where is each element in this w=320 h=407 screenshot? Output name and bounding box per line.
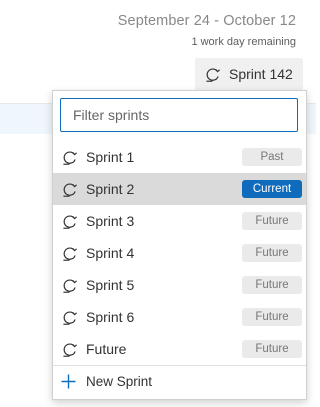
sprint-option-label: Sprint 4 [86,245,135,261]
iteration-icon [61,213,78,230]
sprint-picker-button[interactable]: Sprint 142 [195,58,303,90]
work-days-remaining: 1 work day remaining [191,36,296,48]
sprint-status-badge: Current [242,180,302,198]
new-sprint-button[interactable]: New Sprint [53,367,306,395]
iteration-icon [61,277,78,294]
sprint-option-label: Future [86,341,127,357]
iteration-icon [61,341,78,358]
iteration-icon [61,181,78,198]
sprint-option[interactable]: Sprint 2 Current [53,173,306,205]
sprint-option-label: Sprint 6 [86,309,135,325]
iteration-icon [61,309,78,326]
iteration-icon [61,245,78,262]
sprint-option[interactable]: Future Future [53,333,306,365]
sprint-option-label: Sprint 5 [86,277,135,293]
iteration-icon [204,66,221,83]
new-sprint-label: New Sprint [86,373,153,389]
dropdown-footer-divider [53,365,306,366]
sprint-date-range: September 24 - October 12 [117,13,296,29]
sprint-status-badge: Future [242,340,302,358]
sprint-status-badge: Future [242,308,302,326]
sprint-option[interactable]: Sprint 5 Future [53,269,306,301]
sprint-option[interactable]: Sprint 6 Future [53,301,306,333]
sprint-option-label: Sprint 2 [86,181,135,197]
sprint-status-badge: Future [242,212,302,230]
plus-icon [61,374,76,389]
sprint-option[interactable]: Sprint 3 Future [53,205,306,237]
sprint-option-label: Sprint 1 [86,149,135,165]
sprint-list: Sprint 1 Past Sprint 2 Current Sprint 3 Futur… [53,141,306,365]
sprint-status-badge: Future [242,276,302,294]
sprint-status-badge: Past [242,148,302,166]
sprint-dropdown: Sprint 1 Past Sprint 2 Current Sprint 3 Futur… [52,90,307,400]
sprint-option-label: Sprint 3 [86,213,135,229]
filter-sprints-input[interactable] [60,98,298,132]
sprint-option[interactable]: Sprint 4 Future [53,237,306,269]
sprint-option[interactable]: Sprint 1 Past [53,141,306,173]
iteration-icon [61,149,78,166]
sprint-picker-label: Sprint 142 [229,66,293,82]
sprint-status-badge: Future [242,244,302,262]
